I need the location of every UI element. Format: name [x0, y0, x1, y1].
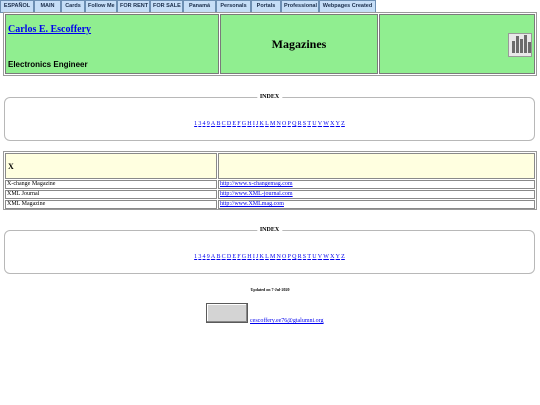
- index-link-a[interactable]: A: [211, 121, 215, 127]
- index-link-3[interactable]: 3: [198, 254, 201, 260]
- index-link-b[interactable]: B: [216, 121, 220, 127]
- index-link-w[interactable]: W: [323, 254, 329, 260]
- magazine-name: XML Journal: [5, 190, 217, 199]
- index-link-z[interactable]: Z: [341, 121, 345, 127]
- contact-email-link[interactable]: cescoffery.ee76@gtalumni.org: [250, 318, 324, 324]
- author-cell: Carlos E. Escoffery Electronics Engineer: [5, 14, 219, 74]
- table-row: X-change Magazine http://www.x-changemag…: [5, 180, 535, 189]
- index-link-v[interactable]: V: [318, 121, 322, 127]
- index-box-bottom: INDEX 1349ABCDEFGHIJKLMNOPQRSTUVWXYZ: [4, 226, 535, 274]
- index-link-h[interactable]: H: [247, 254, 251, 260]
- index-link-p[interactable]: P: [288, 254, 291, 260]
- index-link-4[interactable]: 4: [203, 121, 206, 127]
- index-link-u[interactable]: U: [312, 254, 316, 260]
- index-link-h[interactable]: H: [247, 121, 251, 127]
- index-link-n[interactable]: N: [276, 254, 280, 260]
- top-nav: ESPAÑOL MAIN Cards Follow Me FOR RENT FO…: [0, 0, 376, 13]
- author-role: Electronics Engineer: [8, 60, 88, 69]
- index-link-f[interactable]: F: [237, 121, 240, 127]
- section-letter-empty: [218, 153, 535, 179]
- index-link-d[interactable]: D: [227, 254, 231, 260]
- index-link-1[interactable]: 1: [194, 254, 197, 260]
- index-link-e[interactable]: E: [232, 254, 236, 260]
- index-link-9[interactable]: 9: [207, 121, 210, 127]
- index-link-j[interactable]: J: [256, 254, 258, 260]
- index-link-d[interactable]: D: [227, 121, 231, 127]
- magazine-name: XML Magazine: [5, 200, 217, 209]
- index-links: 1349ABCDEFGHIJKLMNOPQRSTUVWXYZ: [5, 120, 534, 128]
- index-link-j[interactable]: J: [256, 121, 258, 127]
- page-header: Carlos E. Escoffery Electronics Engineer…: [3, 12, 537, 76]
- index-link-x[interactable]: X: [330, 254, 334, 260]
- index-link-q[interactable]: Q: [292, 121, 296, 127]
- index-link-g[interactable]: G: [242, 121, 246, 127]
- image-cell: [379, 14, 535, 74]
- index-link-l[interactable]: L: [265, 121, 269, 127]
- index-link-k[interactable]: K: [260, 254, 264, 260]
- index-link-v[interactable]: V: [318, 254, 322, 260]
- index-link-x[interactable]: X: [330, 121, 334, 127]
- letter-row: X: [5, 153, 535, 179]
- index-link-1[interactable]: 1: [194, 121, 197, 127]
- index-link-l[interactable]: L: [265, 254, 269, 260]
- index-link-m[interactable]: M: [270, 254, 275, 260]
- index-link-o[interactable]: O: [282, 121, 286, 127]
- index-links: 1349ABCDEFGHIJKLMNOPQRSTUVWXYZ: [5, 253, 534, 261]
- index-legend: INDEX: [256, 93, 283, 101]
- index-link-a[interactable]: A: [211, 254, 215, 260]
- magazine-url-link[interactable]: http://www.XMLmag.com: [218, 200, 535, 209]
- magazine-url-link[interactable]: http://www.XML-journal.com: [218, 190, 535, 199]
- index-link-s[interactable]: S: [303, 254, 306, 260]
- author-name-link[interactable]: Carlos E. Escoffery: [8, 24, 91, 35]
- index-link-m[interactable]: M: [270, 121, 275, 127]
- index-link-y[interactable]: Y: [336, 254, 340, 260]
- magazines-table: X X-change Magazine http://www.x-changem…: [3, 151, 537, 210]
- index-link-y[interactable]: Y: [336, 121, 340, 127]
- index-link-r[interactable]: R: [298, 254, 302, 260]
- index-link-g[interactable]: G: [242, 254, 246, 260]
- index-link-t[interactable]: T: [307, 121, 311, 127]
- index-link-q[interactable]: Q: [292, 254, 296, 260]
- table-row: XML Journal http://www.XML-journal.com: [5, 190, 535, 199]
- buildings-thumbnail-image: [508, 33, 532, 57]
- magazine-url-link[interactable]: http://www.x-changemag.com: [218, 180, 535, 189]
- index-link-o[interactable]: O: [282, 254, 286, 260]
- index-link-t[interactable]: T: [307, 254, 311, 260]
- index-link-3[interactable]: 3: [198, 121, 201, 127]
- index-link-r[interactable]: R: [298, 121, 302, 127]
- updated-date: Updated on 7-Jul-2020: [250, 287, 290, 292]
- index-link-i[interactable]: I: [253, 121, 255, 127]
- index-link-c[interactable]: C: [222, 254, 226, 260]
- email-button[interactable]: [206, 303, 248, 323]
- table-row: XML Magazine http://www.XMLmag.com: [5, 200, 535, 209]
- index-link-f[interactable]: F: [237, 254, 240, 260]
- index-link-z[interactable]: Z: [341, 254, 345, 260]
- index-link-4[interactable]: 4: [203, 254, 206, 260]
- index-link-9[interactable]: 9: [207, 254, 210, 260]
- index-link-s[interactable]: S: [303, 121, 306, 127]
- magazine-name: X-change Magazine: [5, 180, 217, 189]
- index-link-e[interactable]: E: [232, 121, 236, 127]
- index-link-i[interactable]: I: [253, 254, 255, 260]
- page-title: Magazines: [271, 36, 327, 51]
- title-cell: Magazines: [220, 14, 378, 74]
- index-box-top: INDEX 1349ABCDEFGHIJKLMNOPQRSTUVWXYZ: [4, 93, 535, 141]
- index-link-b[interactable]: B: [216, 254, 220, 260]
- index-link-c[interactable]: C: [222, 121, 226, 127]
- index-link-k[interactable]: K: [260, 121, 264, 127]
- index-link-u[interactable]: U: [312, 121, 316, 127]
- section-letter: X: [5, 153, 217, 179]
- index-legend: INDEX: [256, 226, 283, 234]
- index-link-p[interactable]: P: [288, 121, 291, 127]
- index-link-n[interactable]: N: [276, 121, 280, 127]
- index-link-w[interactable]: W: [323, 121, 329, 127]
